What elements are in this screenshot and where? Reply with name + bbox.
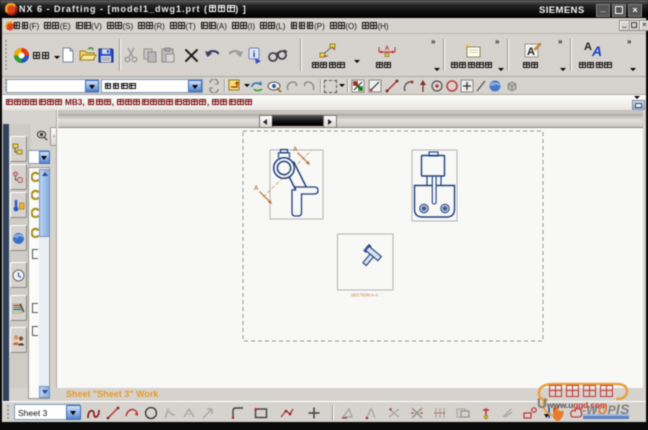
- svg-text:A: A: [385, 46, 390, 52]
- svg-text:SECTION A-A: SECTION A-A: [351, 293, 378, 298]
- svg-text:A: A: [527, 46, 535, 58]
- svg-text:A: A: [293, 147, 298, 153]
- svg-text:A: A: [254, 186, 259, 192]
